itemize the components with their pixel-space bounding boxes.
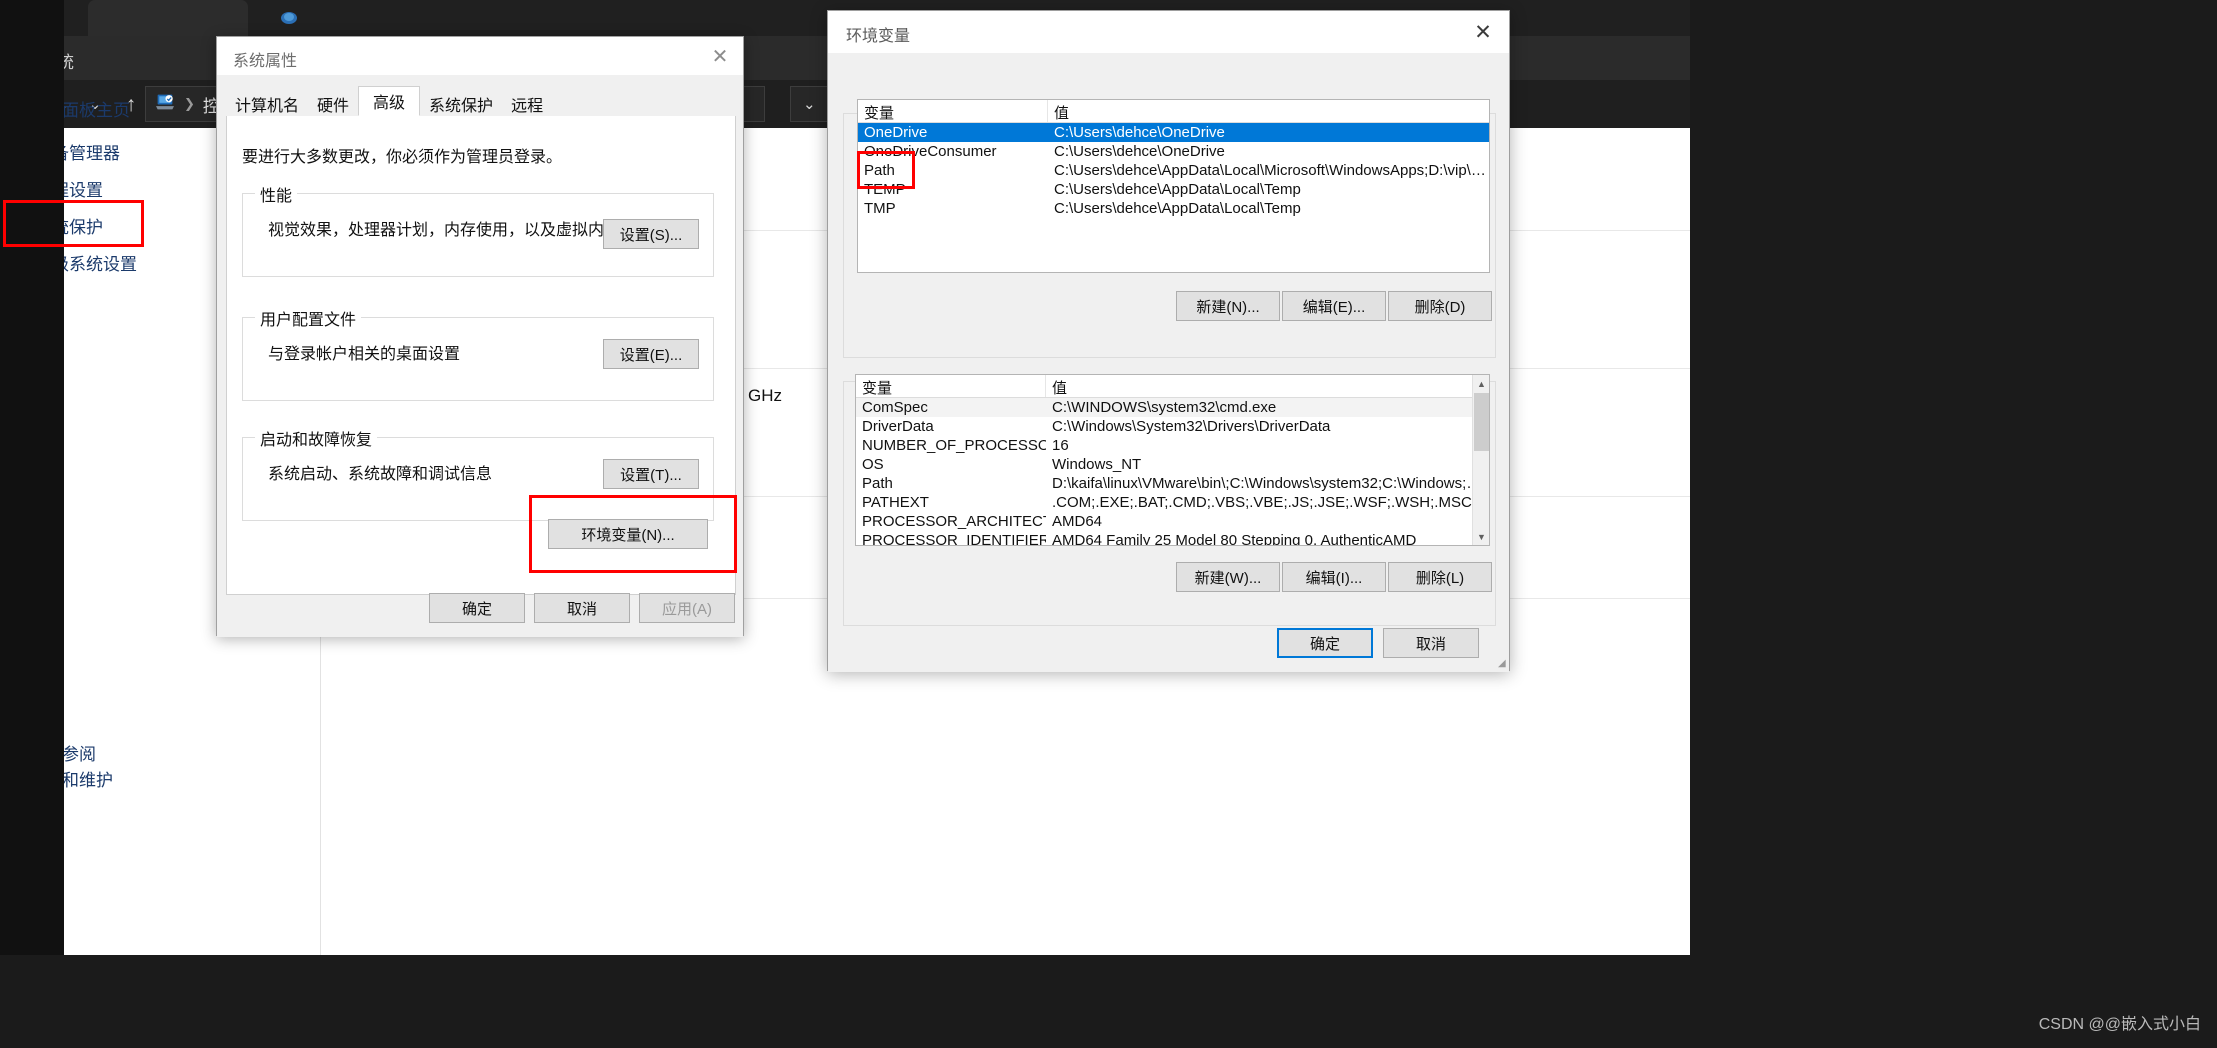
close-icon[interactable]: ✕ [1457,11,1509,53]
table-row[interactable]: PATHEXT .COM;.EXE;.BAT;.CMD;.VBS;.VBE;.J… [856,493,1489,512]
table-row[interactable]: PROCESSOR_IDENTIFIER AMD64 Family 25 Mod… [856,531,1489,546]
table-row[interactable]: DriverData C:\Windows\System32\Drivers\D… [856,417,1489,436]
user-profiles-group-description: 与登录帐户相关的桌面设置 [268,346,461,363]
table-row[interactable]: OneDrive C:\Users\dehce\OneDrive [858,123,1489,142]
cpu-speed-value: GHz [748,386,782,405]
scrollbar-thumb[interactable] [1474,393,1489,451]
table-row[interactable]: Path D:\kaifa\linux\VMware\bin\;C:\Windo… [856,474,1489,493]
system-properties-titlebar[interactable]: 系统属性 [217,37,743,75]
table-row[interactable]: PROCESSOR_ARCHITECTURE AMD64 [856,512,1489,531]
environment-variables-cancel-button[interactable]: 取消 [1383,628,1479,658]
system-new-button[interactable]: 新建(W)... [1176,562,1280,592]
tab-hardware[interactable]: 硬件 [308,90,359,116]
variable-value: C:\WINDOWS\system32\cmd.exe [1052,399,1277,416]
system-delete-button[interactable]: 删除(L) [1388,562,1492,592]
variable-name: PATHEXT [862,494,929,511]
table-row[interactable]: NUMBER_OF_PROCESSORS 16 [856,436,1489,455]
variable-value: AMD64 Family 25 Model 80 Stepping 0, Aut… [1052,532,1417,546]
user-profiles-group-legend: 用户配置文件 [255,306,362,330]
system-properties-cancel-button[interactable]: 取消 [534,593,630,623]
startup-recovery-group-description: 系统启动、系统故障和调试信息 [268,466,493,483]
environment-variables-titlebar[interactable]: 环境变量 [828,11,1509,53]
tab-advanced[interactable]: 高级 [358,86,421,116]
system-edit-button[interactable]: 编辑(I)... [1282,562,1386,592]
column-header-value[interactable]: 值 [1046,375,1489,397]
system-properties-apply-button: 应用(A) [639,593,735,623]
variable-name: Path [862,475,893,492]
variable-name: ComSpec [862,399,928,416]
system-properties-ok-button[interactable]: 确定 [429,593,525,623]
user-edit-button[interactable]: 编辑(E)... [1282,291,1386,321]
variable-value: AMD64 [1052,513,1103,530]
performance-settings-button[interactable]: 设置(S)... [603,219,699,249]
breadcrumb-separator-icon: ❯ [184,96,195,111]
tab-computer-name[interactable]: 计算机名 [226,90,309,116]
variable-value: C:\Users\dehce\AppData\Local\Temp [1054,181,1301,198]
scroll-up-icon[interactable]: ▲ [1473,375,1489,392]
variable-value: 16 [1052,437,1069,454]
user-variables-list[interactable]: 变量 值 OneDrive C:\Users\dehce\OneDrive On… [857,99,1490,273]
admin-login-note: 要进行大多数更改，你必须作为管理员登录。 [242,149,563,166]
table-row[interactable]: OneDriveConsumer C:\Users\dehce\OneDrive [858,142,1489,161]
table-row[interactable]: OS Windows_NT [856,455,1489,474]
close-icon[interactable]: ✕ [697,37,743,75]
startup-recovery-settings-button[interactable]: 设置(T)... [603,459,699,489]
system-properties-title: 系统属性 [233,53,298,70]
variable-value: C:\Users\dehce\AppData\Local\Temp [1054,200,1301,217]
performance-group-legend: 性能 [255,182,298,206]
system-variables-header: 变量 值 [856,375,1489,398]
variable-name: NUMBER_OF_PROCESSORS [862,437,1046,454]
explorer-tab-active[interactable] [88,0,248,36]
user-variables-header: 变量 值 [858,100,1489,123]
system-properties-tabs: 计算机名 硬件 高级 系统保护 远程 [226,86,736,117]
variable-name: TMP [864,200,896,217]
startup-recovery-group-legend: 启动和故障恢复 [255,426,378,450]
variable-value: .COM;.EXE;.BAT;.CMD;.VBS;.VBE;.JS;.JSE;.… [1052,494,1472,511]
user-profiles-settings-button[interactable]: 设置(E)... [603,339,699,369]
variable-name: DriverData [862,418,934,435]
user-new-button[interactable]: 新建(N)... [1176,291,1280,321]
environment-variables-title: 环境变量 [846,28,911,45]
variable-name: TEMP [864,181,906,198]
column-header-variable[interactable]: 变量 [856,375,1046,397]
variable-value: C:\Windows\System32\Drivers\DriverData [1052,418,1331,435]
performance-group-description: 视觉效果，处理器计划，内存使用，以及虚拟内存 [268,222,621,239]
environment-variables-ok-button[interactable]: 确定 [1277,628,1373,658]
variable-value: Windows_NT [1052,456,1142,473]
system-variables-scrollbar[interactable]: ▲ ▼ [1472,375,1489,545]
table-row[interactable]: TMP C:\Users\dehce\AppData\Local\Temp [858,199,1489,218]
column-header-variable[interactable]: 变量 [858,100,1048,122]
variable-value: C:\Users\dehce\AppData\Local\Microsoft\W… [1054,162,1489,179]
table-row[interactable]: ComSpec C:\WINDOWS\system32\cmd.exe [856,398,1489,417]
variable-name: Path [864,162,895,179]
user-delete-button[interactable]: 删除(D) [1388,291,1492,321]
scroll-down-icon[interactable]: ▼ [1473,528,1489,545]
variable-value: D:\kaifa\linux\VMware\bin\;C:\Windows\sy… [1052,475,1489,492]
variable-name: PROCESSOR_ARCHITECTURE [862,513,1046,530]
watermark: CSDN @@嵌入式小白 [2038,1016,2201,1033]
table-row[interactable]: TEMP C:\Users\dehce\AppData\Local\Temp [858,180,1489,199]
table-row[interactable]: Path C:\Users\dehce\AppData\Local\Micros… [858,161,1489,180]
environment-variables-button[interactable]: 环境变量(N)... [548,519,708,549]
column-header-value[interactable]: 值 [1048,100,1489,122]
breadcrumb-computer-icon [154,93,176,116]
tab-system-protection[interactable]: 系统保护 [420,90,503,116]
system-variables-list[interactable]: 变量 值 ComSpec C:\WINDOWS\system32\cmd.exe… [855,374,1490,546]
explorer-tab-icon [278,8,300,28]
variable-name: OneDrive [864,124,928,141]
variable-value: C:\Users\dehce\OneDrive [1054,124,1225,141]
breadcrumb-dropdown-icon[interactable]: ⌄ [791,87,828,121]
variable-name: OneDriveConsumer [864,143,997,160]
variable-name: OS [862,456,884,473]
resize-grip-icon[interactable]: ◢ [1498,658,1508,669]
variable-value: C:\Users\dehce\OneDrive [1054,143,1225,160]
desktop-left-strip [0,0,64,1048]
variable-name: PROCESSOR_IDENTIFIER [862,532,1046,546]
desktop-right-area [1690,0,2217,1048]
tab-remote[interactable]: 远程 [502,90,553,116]
